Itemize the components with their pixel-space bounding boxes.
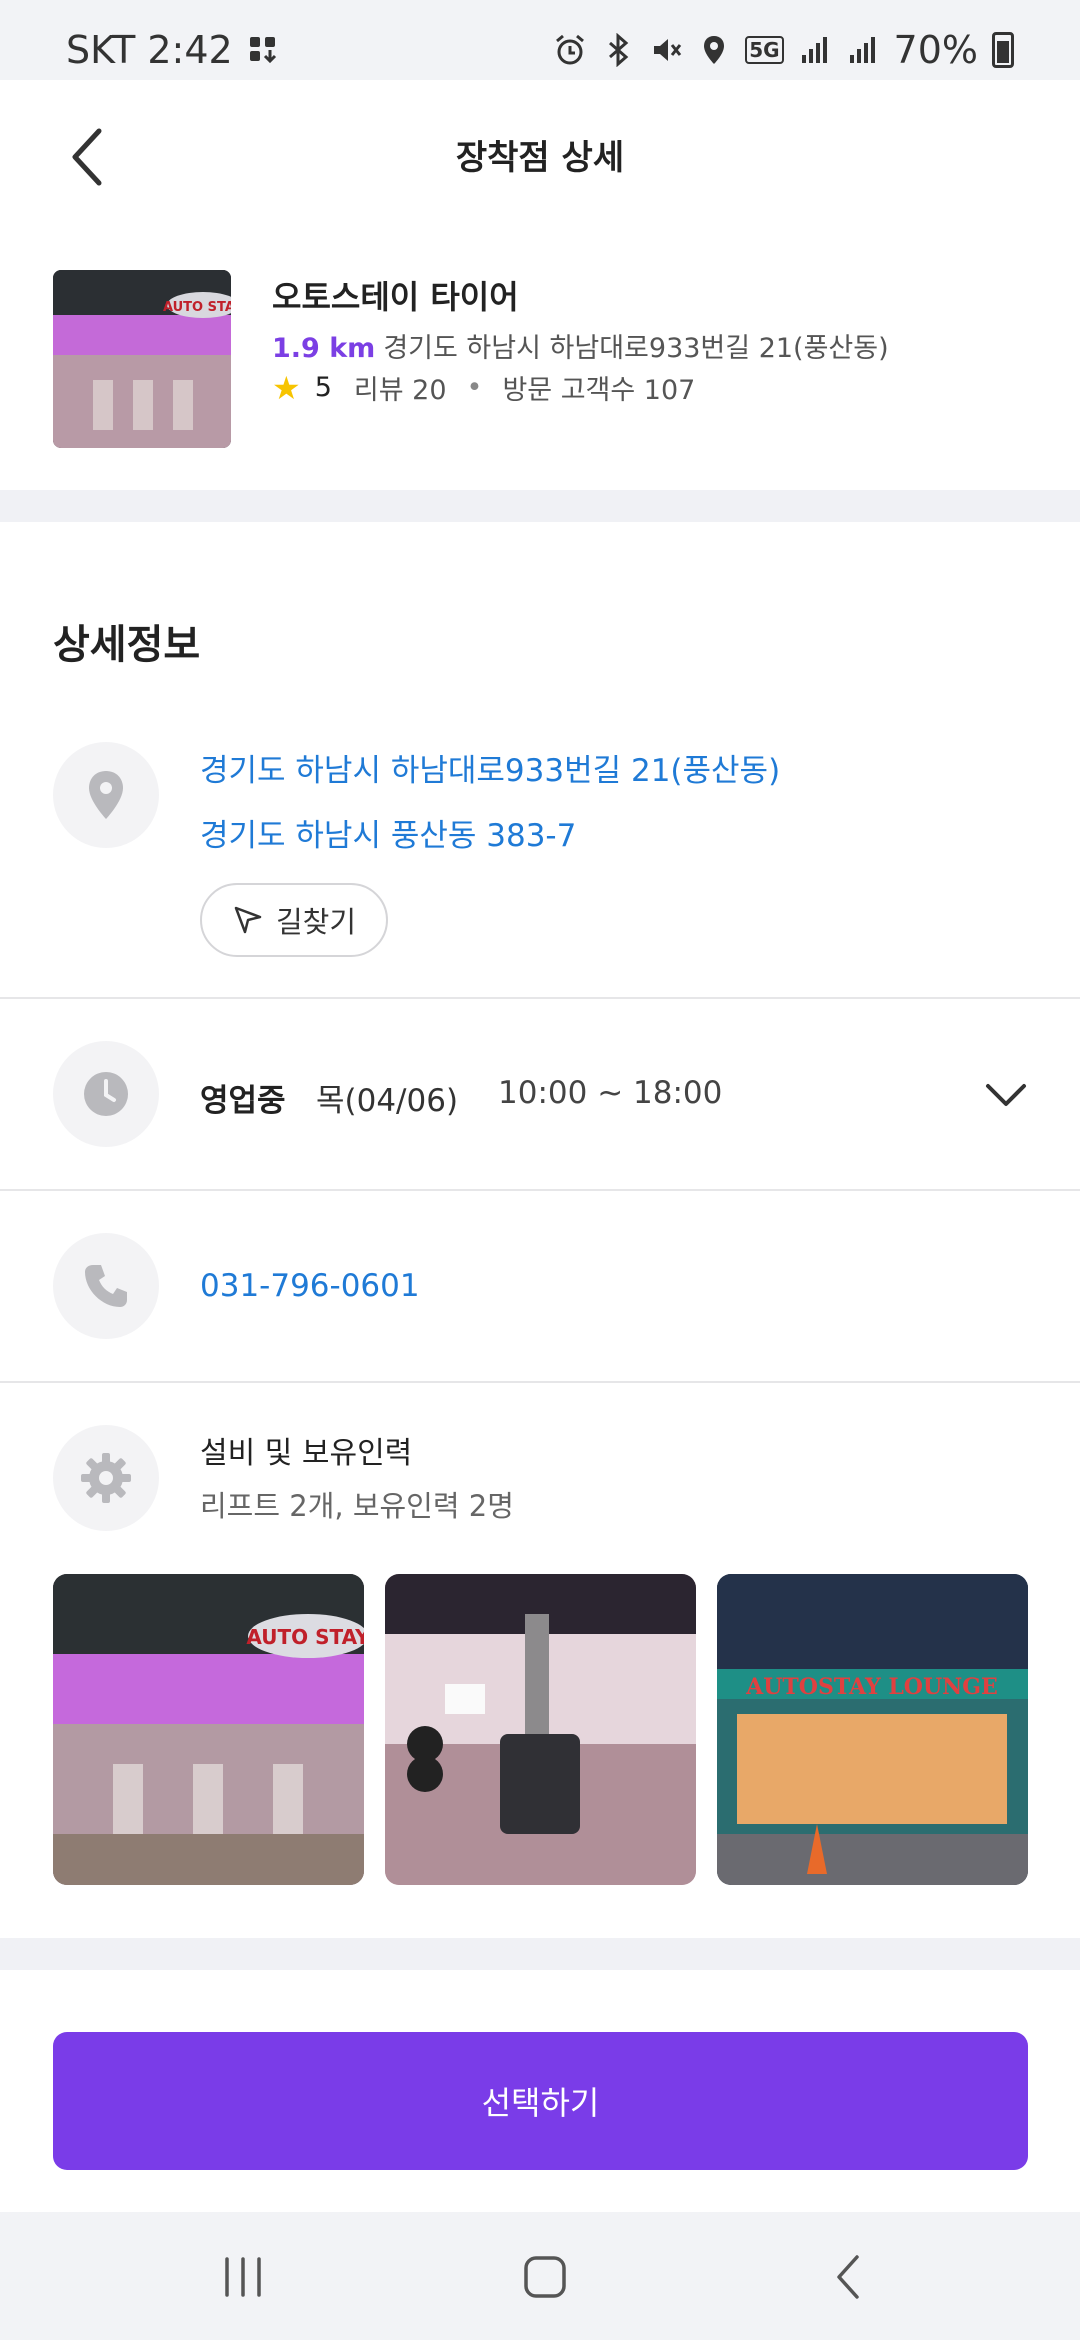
signal-icon [801, 37, 827, 63]
photo-gallery: AUTO STAY AUTOSTAY LOUNGE [53, 1574, 1028, 1885]
section-title: 상세정보 [53, 622, 201, 668]
recent-apps-icon [225, 2257, 261, 2297]
nav-back-button[interactable] [808, 2242, 888, 2312]
clock-icon-circle [53, 1041, 159, 1147]
equipment-title: 설비 및 보유인력 [200, 1436, 413, 1471]
shop-reviews: 리뷰 20 [353, 375, 447, 406]
shop-address-line: 1.9 km 경기도 하남시 하남대로933번길 21(풍산동) [272, 326, 889, 365]
page-title: 장착점 상세 [455, 138, 625, 178]
alarm-icon [556, 34, 585, 65]
home-icon [524, 2256, 566, 2298]
bluetooth-icon [609, 33, 629, 67]
status-bar: SKT 2:42 5G 70% [0, 0, 1080, 80]
section-gap [0, 490, 1080, 522]
clock-icon [84, 1072, 128, 1116]
thumbnail-sign: AUTO STAY [163, 300, 231, 315]
chevron-down-icon[interactable] [984, 1080, 1028, 1110]
mute-icon [654, 39, 682, 61]
star-icon: ★ [272, 368, 301, 407]
section-gap [0, 1938, 1080, 1970]
app-notification-icon [249, 37, 276, 64]
lot-address-link[interactable]: 경기도 하남시 풍산동 383-7 [200, 810, 576, 855]
phone-icon-circle [53, 1233, 159, 1339]
location-pin-icon-circle [53, 742, 159, 848]
route-button-label: 길찾기 [275, 905, 357, 939]
shop-thumbnail[interactable]: AUTO STAY [53, 270, 231, 448]
hours-day: 목(04/06) [316, 1083, 459, 1119]
carrier-time: SKT 2:42 [66, 28, 233, 72]
equipment-value: 리프트 2개, 보유인력 2명 [200, 1489, 514, 1523]
hours-time: 10:00 ~ 18:00 [498, 1075, 723, 1111]
gear-icon [81, 1453, 131, 1503]
shop-meta: ★ 5 리뷰 20 • 방문 고객수 107 [272, 368, 695, 407]
photo-sign: AUTO STAY [246, 1625, 364, 1649]
shop-photo-image: AUTOSTAY LOUNGE [717, 1574, 1028, 1885]
home-button[interactable] [505, 2242, 585, 2312]
road-address-link[interactable]: 경기도 하남시 하남대로933번길 21(풍산동) [200, 745, 780, 790]
lounge-sign: AUTOSTAY LOUNGE [745, 1674, 998, 1700]
location-pin-icon [89, 771, 123, 819]
battery-icon [992, 32, 1014, 68]
shop-summary: AUTO STAY 오토스테이 타이어 1.9 km경기도 하남시 하남대로93… [0, 230, 1080, 490]
separator-dot: • [466, 372, 483, 403]
header: 장착점 상세 [0, 80, 1080, 230]
location-icon [704, 36, 725, 64]
shop-name: 오토스테이 타이어 [272, 278, 519, 316]
select-button[interactable]: 선택하기 [53, 2032, 1028, 2170]
phone-link[interactable]: 031-796-0601 [200, 1268, 420, 1304]
status-right: 5G 70% [553, 28, 1014, 72]
divider [0, 1381, 1080, 1383]
system-nav-bar [0, 2212, 1080, 2340]
shop-photo[interactable]: AUTOSTAY LOUNGE [717, 1574, 1028, 1885]
status-left: SKT 2:42 [66, 28, 281, 72]
divider [0, 1189, 1080, 1191]
shop-thumbnail-image: AUTO STAY [53, 270, 231, 448]
divider [0, 997, 1080, 999]
hours-status: 영업중 [200, 1083, 286, 1119]
navigation-arrow-icon [234, 906, 262, 934]
phone-icon [85, 1265, 127, 1307]
shop-photo[interactable]: AUTO STAY [53, 1574, 364, 1885]
network-badge: 5G [745, 36, 784, 64]
recent-apps-button[interactable] [203, 2242, 283, 2312]
signal-icon-2 [849, 37, 875, 63]
back-icon [837, 2255, 859, 2299]
shop-photo-image: AUTO STAY [53, 1574, 364, 1885]
gear-icon-circle [53, 1425, 159, 1531]
shop-photo-image [385, 1574, 696, 1885]
shop-photo[interactable] [385, 1574, 696, 1885]
shop-rating: 5 [314, 372, 332, 403]
shop-address: 경기도 하남시 하남대로933번길 21(풍산동) [383, 333, 889, 364]
battery-percent: 70% [893, 28, 978, 72]
route-button[interactable]: 길찾기 [200, 883, 388, 957]
shop-distance: 1.9 km [272, 333, 376, 364]
shop-visitors: 방문 고객수 107 [502, 375, 696, 406]
